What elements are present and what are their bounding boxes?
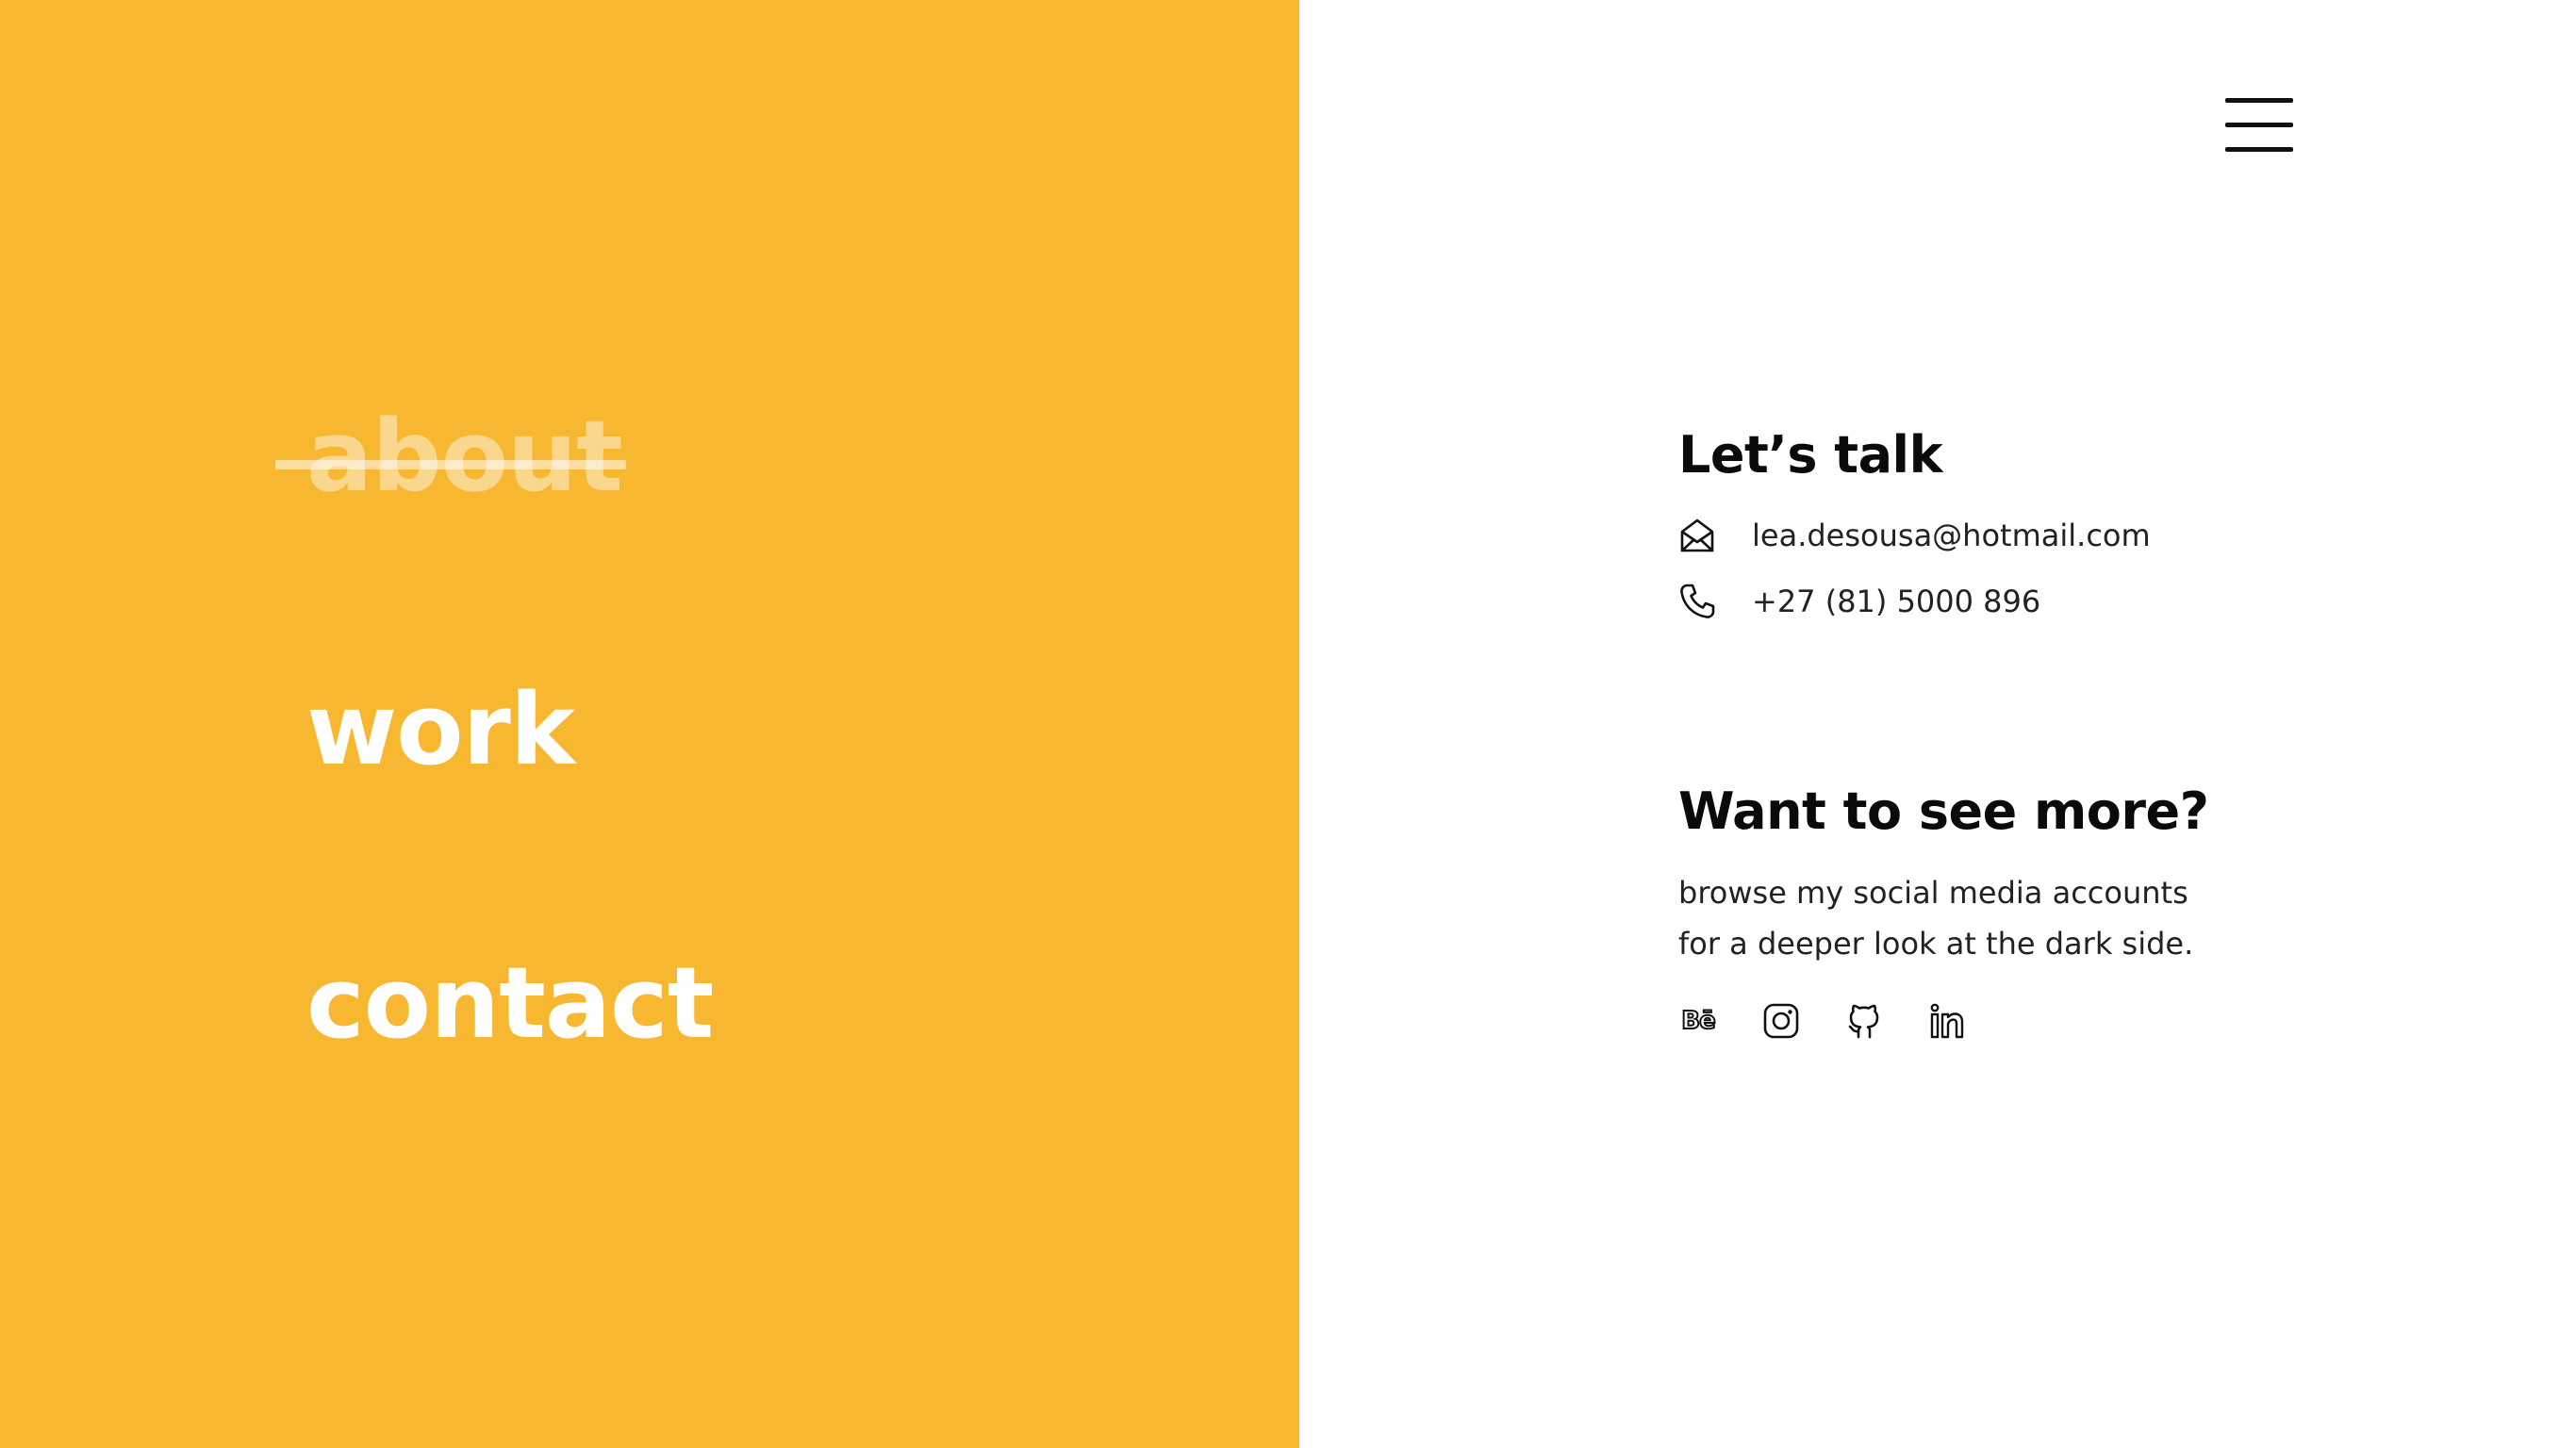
nav-link-about[interactable]: about (306, 407, 623, 505)
linkedin-icon[interactable] (1927, 1001, 1967, 1041)
instagram-icon[interactable] (1761, 1001, 1801, 1041)
nav-panel: about work contact (0, 0, 1299, 1448)
envelope-icon (1678, 517, 1716, 554)
description-line: for a deeper look at the dark side. (1678, 926, 2194, 962)
social-heading: Want to see more? (1678, 782, 2209, 841)
behance-glyph: Bē (1680, 1006, 1716, 1036)
nav-link-work[interactable]: work (306, 681, 575, 779)
contact-heading: Let’s talk (1678, 425, 1942, 485)
email-row[interactable]: lea.desousa@hotmail.com (1678, 515, 2151, 556)
menu-bar (2225, 123, 2293, 127)
social-description: browse my social media accounts for a de… (1678, 867, 2338, 969)
description-line: browse my social media accounts (1678, 875, 2188, 911)
github-icon[interactable] (1844, 1001, 1884, 1041)
behance-icon[interactable]: Bē (1678, 1001, 1718, 1041)
page: about work contact Let’s talk lea.desous… (0, 0, 2576, 1448)
phone-icon (1678, 583, 1716, 620)
social-links: Bē (1678, 1001, 1967, 1041)
phone-number[interactable]: +27 (81) 5000 896 (1752, 584, 2040, 619)
email-address[interactable]: lea.desousa@hotmail.com (1752, 518, 2151, 553)
phone-row[interactable]: +27 (81) 5000 896 (1678, 581, 2040, 622)
hamburger-menu-icon[interactable] (2225, 96, 2293, 155)
menu-bar (2225, 98, 2293, 103)
menu-bar (2225, 147, 2293, 152)
nav-link-contact[interactable]: contact (306, 954, 714, 1052)
